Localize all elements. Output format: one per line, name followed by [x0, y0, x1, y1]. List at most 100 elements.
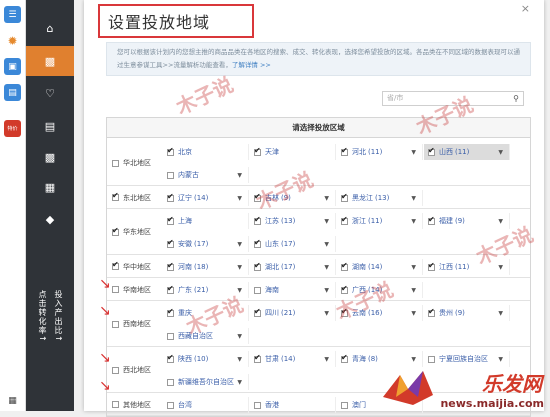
province-option[interactable]: 甘肃(14) ▼ — [250, 351, 336, 367]
shield-icon[interactable]: ♡ — [35, 78, 65, 108]
province-option[interactable]: 贵州(9) ▼ — [424, 305, 510, 321]
grid-icon[interactable]: ▦ — [4, 392, 21, 409]
chevron-down-icon[interactable]: ▼ — [237, 195, 242, 202]
pinwheel-icon[interactable]: ✹ — [4, 32, 21, 49]
chevron-down-icon[interactable]: ▼ — [237, 356, 242, 363]
briefcase-icon[interactable]: ▩ — [26, 46, 74, 76]
province-option[interactable]: 江苏(13) ▼ — [250, 213, 336, 229]
province-option[interactable]: 福建(9) ▼ — [424, 213, 510, 229]
checkbox[interactable] — [167, 307, 174, 317]
checkbox[interactable] — [167, 171, 174, 179]
chevron-down-icon[interactable]: ▼ — [237, 241, 242, 248]
search-icon[interactable]: ⚲ — [513, 92, 519, 105]
checkbox[interactable] — [254, 261, 261, 271]
region-checkbox[interactable]: 东北地区 — [112, 191, 151, 203]
checkbox[interactable] — [341, 261, 348, 271]
checkbox[interactable] — [428, 146, 435, 156]
chevron-down-icon[interactable]: ▼ — [498, 149, 503, 156]
province-option[interactable]: 新疆维吾尔自治区 ▼ — [163, 374, 249, 390]
province-option[interactable]: 广东(21) ▼ — [163, 282, 249, 298]
list-icon[interactable]: ☰ — [4, 6, 21, 23]
card-icon[interactable]: ▤ — [4, 84, 21, 101]
chevron-down-icon[interactable]: ▼ — [411, 218, 416, 225]
document-icon[interactable]: ▤ — [35, 111, 65, 141]
checkbox[interactable] — [341, 146, 348, 156]
checkbox[interactable] — [254, 146, 261, 156]
chevron-down-icon[interactable]: ▼ — [324, 241, 329, 248]
region-checkbox[interactable]: 西北地区 — [112, 365, 151, 375]
checkbox[interactable] — [112, 191, 119, 201]
promo-icon[interactable]: 特价 — [4, 120, 21, 137]
province-option[interactable]: 西藏自治区 ▼ — [163, 328, 249, 344]
checkbox[interactable] — [167, 401, 174, 409]
checkbox[interactable] — [341, 353, 348, 363]
region-checkbox[interactable]: 西南地区 — [112, 319, 151, 329]
province-option[interactable]: 江西(11) ▼ — [424, 259, 510, 275]
checkbox[interactable] — [341, 401, 348, 409]
checkbox[interactable] — [167, 192, 174, 202]
checkbox[interactable] — [167, 146, 174, 156]
province-option[interactable]: 四川(21) ▼ — [250, 305, 336, 321]
chevron-down-icon[interactable]: ▼ — [498, 356, 503, 363]
checkbox[interactable] — [254, 307, 261, 317]
chevron-down-icon[interactable]: ▼ — [324, 356, 329, 363]
chevron-down-icon[interactable]: ▼ — [237, 287, 242, 294]
checkbox[interactable] — [167, 378, 174, 386]
province-option[interactable]: 重庆 — [163, 305, 249, 321]
region-checkbox[interactable]: 华北地区 — [112, 158, 151, 168]
checkbox[interactable] — [167, 353, 174, 363]
chevron-down-icon[interactable]: ▼ — [324, 218, 329, 225]
learn-more-link[interactable]: 了解详情 >> — [232, 61, 271, 69]
chevron-down-icon[interactable]: ▼ — [411, 356, 416, 363]
chevron-down-icon[interactable]: ▼ — [237, 264, 242, 271]
bag-icon[interactable]: ▣ — [4, 58, 21, 75]
region-checkbox[interactable]: 华中地区 — [112, 260, 151, 272]
chevron-down-icon[interactable]: ▼ — [411, 195, 416, 202]
province-option[interactable]: 河南(18) ▼ — [163, 259, 249, 275]
chevron-down-icon[interactable]: ▼ — [324, 264, 329, 271]
province-option[interactable]: 山西(11) ▼ — [424, 144, 510, 160]
checkbox[interactable] — [341, 307, 348, 317]
province-option[interactable]: 云南(16) ▼ — [337, 305, 423, 321]
province-option[interactable]: 北京 — [163, 144, 249, 160]
chevron-down-icon[interactable]: ▼ — [411, 264, 416, 271]
checkbox[interactable] — [112, 286, 119, 293]
checkbox[interactable] — [167, 215, 174, 225]
province-option[interactable]: 浙江(11) ▼ — [337, 213, 423, 229]
province-option[interactable]: 黑龙江(13) ▼ — [337, 190, 423, 206]
checkbox[interactable] — [167, 332, 174, 340]
province-option[interactable]: 湖北(17) ▼ — [250, 259, 336, 275]
checkbox[interactable] — [254, 215, 261, 225]
province-option[interactable]: 内蒙古 ▼ — [163, 167, 249, 183]
province-option[interactable]: 山东(17) ▼ — [250, 236, 336, 252]
province-option[interactable]: 湖南(14) ▼ — [337, 259, 423, 275]
province-option[interactable]: 海南 ▼ — [250, 282, 336, 298]
region-checkbox[interactable]: 华南地区 — [112, 285, 151, 295]
checkbox[interactable] — [254, 353, 261, 363]
checkbox[interactable] — [428, 355, 435, 363]
checkbox[interactable] — [254, 401, 261, 409]
checkbox[interactable] — [112, 226, 119, 236]
diamond-icon[interactable]: ◆ — [35, 204, 65, 234]
checkbox[interactable] — [112, 320, 119, 328]
chevron-down-icon[interactable]: ▼ — [498, 264, 503, 271]
gift-icon[interactable]: ▦ — [35, 172, 65, 202]
checkbox[interactable] — [428, 307, 435, 317]
checkbox[interactable] — [254, 192, 261, 202]
region-checkbox[interactable]: 其他地区 — [112, 400, 151, 410]
region-checkbox[interactable]: 华东地区 — [112, 226, 151, 237]
checkbox[interactable] — [112, 366, 119, 374]
checkbox[interactable] — [112, 159, 119, 167]
chevron-down-icon[interactable]: ▼ — [411, 310, 416, 317]
chevron-down-icon[interactable]: ▼ — [411, 149, 416, 156]
province-option[interactable]: 辽宁(14) ▼ — [163, 190, 249, 206]
checkbox[interactable] — [167, 238, 174, 248]
checkbox[interactable] — [428, 261, 435, 271]
checkbox[interactable] — [112, 260, 119, 270]
checkbox[interactable] — [428, 215, 435, 225]
checkbox[interactable] — [341, 192, 348, 202]
province-option[interactable]: 安徽(17) ▼ — [163, 236, 249, 252]
province-option[interactable]: 河北(11) ▼ — [337, 144, 423, 160]
chart-icon[interactable]: ▩ — [35, 142, 65, 172]
close-icon[interactable]: × — [521, 2, 530, 15]
